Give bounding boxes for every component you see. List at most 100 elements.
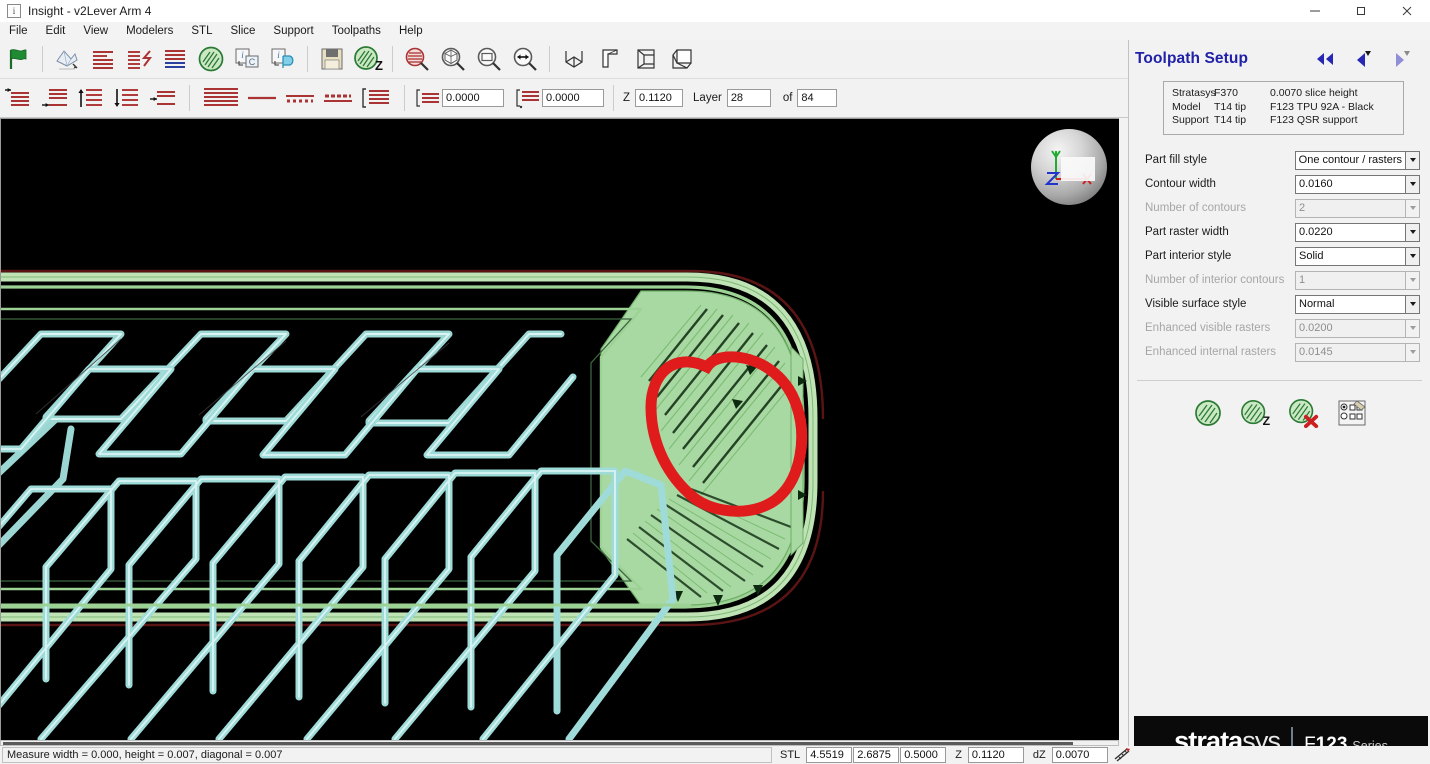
- label-visible-surface-style: Visible surface style: [1145, 298, 1247, 310]
- field-number-of-contours: Number of contours 2: [1145, 197, 1420, 220]
- value-part-raster-width[interactable]: 0.0220: [1295, 222, 1405, 242]
- toolpath-z-icon[interactable]: Z: [351, 43, 385, 75]
- curve-end-icon[interactable]: [37, 82, 71, 114]
- contour-bottom-field-group: 0.0000: [514, 86, 604, 110]
- combo-enhanced-internal-rasters: 0.0145: [1295, 342, 1420, 362]
- layer-input[interactable]: 28: [726, 89, 771, 107]
- axis-orientation-indicator[interactable]: [1031, 129, 1107, 205]
- combo-part-interior-style[interactable]: Solid: [1295, 246, 1420, 266]
- menu-view[interactable]: View: [74, 22, 117, 40]
- layer-label: Layer: [693, 92, 722, 104]
- maximize-icon[interactable]: [1338, 0, 1384, 22]
- field-part-fill-style: Part fill style One contour / rasters: [1145, 149, 1420, 172]
- svg-text:Z: Z: [375, 58, 383, 73]
- chevron-down-icon[interactable]: [1405, 222, 1420, 242]
- status-coordinates: STL 4.5519 2.6875 0.5000 Z 0.1120 dZ 0.0…: [772, 747, 1135, 763]
- value-part-fill-style[interactable]: One contour / rasters: [1294, 150, 1405, 170]
- stl-orient-icon[interactable]: [50, 43, 84, 75]
- combo-part-raster-width[interactable]: 0.0220: [1295, 222, 1420, 242]
- raster-solid-icon[interactable]: [200, 82, 242, 114]
- nav-previous-icon[interactable]: [1344, 44, 1382, 74]
- chevron-down-icon[interactable]: [1405, 174, 1420, 194]
- create-toolpaths-button[interactable]: [1192, 397, 1224, 429]
- menu-support[interactable]: Support: [264, 22, 322, 40]
- view-side-icon[interactable]: [629, 43, 663, 75]
- window-title: Insight - v2Lever Arm 4: [28, 4, 152, 18]
- chevron-down-icon: [1405, 198, 1420, 218]
- toolbar-separator: [613, 85, 614, 111]
- field-part-raster-width: Part raster width 0.0220: [1145, 221, 1420, 244]
- info-support-material: F123 QSR support: [1270, 114, 1358, 126]
- toolpath-viewport[interactable]: [0, 118, 1119, 740]
- stl-z-value: 0.5000: [900, 747, 947, 763]
- contour-top-input[interactable]: 0.0000: [442, 89, 504, 107]
- minimize-icon[interactable]: [1292, 0, 1338, 22]
- scrollbar-thumb[interactable]: [3, 742, 1073, 745]
- create-supports-icon[interactable]: [122, 43, 156, 75]
- info-row: Model T14 tip F123 TPU 92A - Black: [1172, 101, 1397, 115]
- curve-insert-icon[interactable]: [145, 82, 179, 114]
- combo-contour-width[interactable]: 0.0160: [1295, 174, 1420, 194]
- value-contour-width[interactable]: 0.0160: [1295, 174, 1405, 194]
- raster-dotted-icon[interactable]: [282, 82, 318, 114]
- curve-down-icon[interactable]: [109, 82, 143, 114]
- chevron-down-icon[interactable]: [1405, 294, 1420, 314]
- menu-help[interactable]: Help: [390, 22, 432, 40]
- field-enhanced-internal-rasters: Enhanced internal rasters 0.0145: [1145, 341, 1420, 364]
- stl-label: STL: [780, 749, 801, 761]
- toolbar-separator: [307, 46, 308, 72]
- view-bottom-icon[interactable]: [557, 43, 591, 75]
- view-iso-icon[interactable]: [665, 43, 699, 75]
- nav-next-icon[interactable]: [1382, 44, 1420, 74]
- curve-up-icon[interactable]: [73, 82, 107, 114]
- info-model-material: F123 TPU 92A - Black: [1270, 100, 1374, 113]
- print-job-icon[interactable]: i: [266, 43, 300, 75]
- nav-first-icon[interactable]: [1306, 44, 1344, 74]
- value-visible-surface-style[interactable]: Normal: [1295, 294, 1405, 314]
- menu-stl[interactable]: STL: [182, 22, 221, 40]
- toolbar-separator: [189, 85, 190, 111]
- menu-toolpaths[interactable]: Toolpaths: [323, 22, 390, 40]
- toolpath-options-button[interactable]: [1336, 397, 1368, 429]
- save-icon[interactable]: [315, 43, 349, 75]
- delete-toolpaths-button[interactable]: [1288, 397, 1320, 429]
- value-part-interior-style[interactable]: Solid: [1295, 246, 1405, 266]
- total-layers-input[interactable]: 84: [797, 89, 838, 107]
- create-toolpaths-z-button[interactable]: Z: [1240, 397, 1272, 429]
- zoom-window-icon[interactable]: [472, 43, 506, 75]
- slice-curves-icon[interactable]: [86, 43, 120, 75]
- info-row: Support T14 tip F123 QSR support: [1172, 114, 1397, 128]
- zoom-model-icon[interactable]: [436, 43, 470, 75]
- zoom-layers-icon[interactable]: [400, 43, 434, 75]
- close-icon[interactable]: [1384, 0, 1430, 22]
- menu-file[interactable]: File: [0, 22, 37, 40]
- info-vendor: Stratasys: [1172, 87, 1216, 99]
- contour-top-icon: [414, 86, 442, 110]
- field-visible-surface-style: Visible surface style Normal: [1145, 293, 1420, 316]
- raster-single-icon[interactable]: [244, 82, 280, 114]
- view-corner-icon[interactable]: [593, 43, 627, 75]
- menu-edit[interactable]: Edit: [37, 22, 75, 40]
- combo-visible-surface-style[interactable]: Normal: [1295, 294, 1420, 314]
- curve-start-icon[interactable]: [1, 82, 35, 114]
- raster-group-icon[interactable]: [358, 82, 394, 114]
- combo-number-of-contours: 2: [1295, 198, 1420, 218]
- raster-dashed-icon[interactable]: [320, 82, 356, 114]
- green-flag-icon[interactable]: [1, 43, 35, 75]
- combo-part-fill-style[interactable]: One contour / rasters: [1294, 150, 1420, 170]
- menu-slice[interactable]: Slice: [221, 22, 264, 40]
- contour-bottom-input[interactable]: 0.0000: [542, 89, 604, 107]
- cmb-file-icon[interactable]: i C: [230, 43, 264, 75]
- menu-modelers[interactable]: Modelers: [117, 22, 182, 40]
- toolpath-circle-icon[interactable]: [194, 43, 228, 75]
- chevron-down-icon: [1405, 270, 1420, 290]
- z-input[interactable]: 0.1120: [635, 89, 684, 107]
- of-label: of: [782, 92, 793, 104]
- chevron-down-icon[interactable]: [1405, 246, 1420, 266]
- stacked-layers-icon[interactable]: [158, 43, 192, 75]
- curve-toolbar: 0.0000 0.0000 Z 0.1120 Layer 28 of 84: [0, 79, 1128, 118]
- measure-tool-icon[interactable]: [1109, 747, 1135, 763]
- chevron-down-icon[interactable]: [1405, 150, 1420, 170]
- info-model-tip: T14 tip: [1214, 100, 1247, 113]
- zoom-pan-icon[interactable]: [508, 43, 542, 75]
